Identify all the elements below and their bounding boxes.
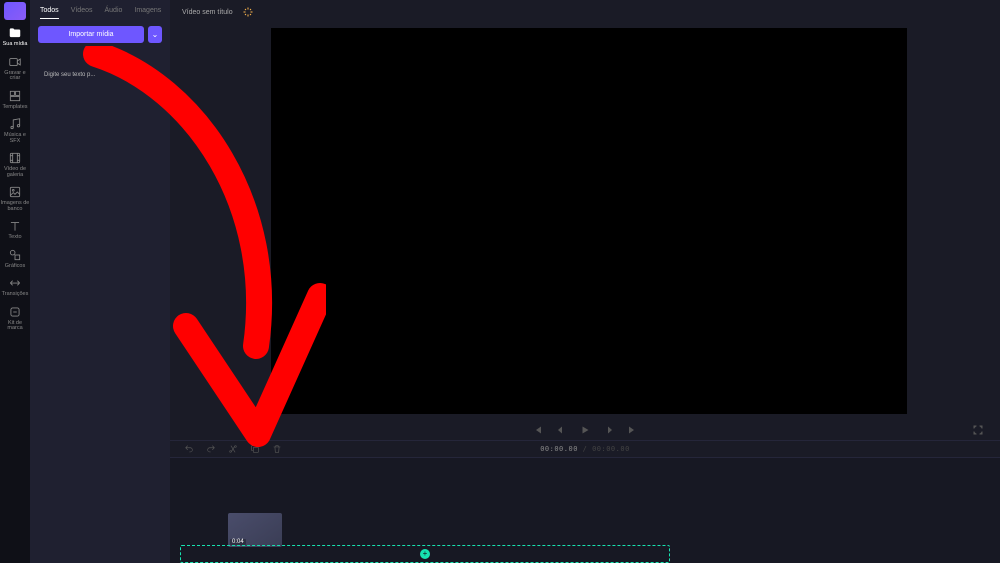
tab-videos[interactable]: Vídeos <box>71 7 93 19</box>
timeline-toolbar: 00:00.00 / 00:00.00 <box>170 440 1000 458</box>
rail-label: Gravar e criar <box>0 71 30 82</box>
templates-icon <box>8 89 22 103</box>
video-preview[interactable] <box>271 28 907 414</box>
timeline[interactable]: 0:04 + <box>170 458 1000 563</box>
rail-brand-kit[interactable]: Kit de marca <box>0 305 30 332</box>
import-media-button[interactable]: Importar mídia <box>38 26 144 43</box>
transitions-icon <box>8 276 22 290</box>
tab-audio[interactable]: Áudio <box>104 7 122 19</box>
timeline-drop-zone[interactable]: + <box>180 545 670 563</box>
shapes-icon <box>8 248 22 262</box>
current-time: 00:00.00 <box>540 445 578 453</box>
rail-label: Texto <box>8 235 21 241</box>
delete-button[interactable] <box>272 444 282 454</box>
left-rail: Sua mídia Gravar e criar Templates Músic… <box>0 0 30 563</box>
timecode: 00:00.00 / 00:00.00 <box>540 445 630 453</box>
tab-all[interactable]: Todos <box>40 7 59 19</box>
rail-transitions[interactable]: Transições <box>2 276 29 298</box>
fullscreen-button[interactable] <box>972 424 984 436</box>
film-icon <box>8 151 22 165</box>
rail-templates[interactable]: Templates <box>2 89 27 111</box>
rail-stock-video[interactable]: Vídeo de galeria <box>0 151 30 178</box>
rail-text[interactable]: Texto <box>8 219 22 241</box>
topbar: Vídeo sem título <box>170 0 1000 24</box>
main-area: Vídeo sem título 00:00.00 / 00:00.00 0:0… <box>170 0 1000 563</box>
rail-label: Kit de marca <box>0 321 30 332</box>
camera-icon <box>8 55 22 69</box>
split-button[interactable] <box>228 444 238 454</box>
rail-label: Templates <box>2 105 27 111</box>
rail-label: Vídeo de galeria <box>0 167 30 178</box>
preview-zone <box>170 24 1000 420</box>
total-time: 00:00.00 <box>592 445 630 453</box>
media-body: Digite seu texto p... <box>30 50 170 104</box>
app-logo[interactable] <box>4 2 26 20</box>
rail-stock-images[interactable]: Imagens de banco <box>0 185 30 212</box>
rail-music[interactable]: Música e SFX <box>0 117 30 144</box>
sparkle-icon[interactable] <box>241 5 255 19</box>
rail-graphics[interactable]: Gráficos <box>5 248 25 270</box>
step-back-button[interactable] <box>555 424 567 436</box>
import-row: Importar mídia ⌄ <box>30 19 170 50</box>
rail-label: Imagens de banco <box>0 201 30 212</box>
rail-label: Transições <box>2 292 29 298</box>
rail-label: Sua mídia <box>3 42 28 48</box>
media-panel: Todos Vídeos Áudio Imagens Importar mídi… <box>30 0 170 563</box>
chevron-down-icon: ⌄ <box>152 30 159 39</box>
dragging-clip[interactable]: 0:04 <box>228 513 282 547</box>
step-forward-button[interactable] <box>603 424 615 436</box>
project-title[interactable]: Vídeo sem título <box>182 9 233 16</box>
rail-record[interactable]: Gravar e criar <box>0 55 30 82</box>
skip-forward-button[interactable] <box>627 424 639 436</box>
play-button[interactable] <box>579 424 591 436</box>
skip-back-button[interactable] <box>531 424 543 436</box>
media-tabs: Todos Vídeos Áudio Imagens <box>30 0 170 19</box>
add-icon: + <box>420 549 430 559</box>
playback-controls <box>170 420 1000 440</box>
rail-label: Música e SFX <box>0 133 30 144</box>
text-icon <box>8 219 22 233</box>
media-item-text[interactable]: Digite seu texto p... <box>40 60 96 94</box>
rail-label: Gráficos <box>5 264 25 270</box>
time-separator: / <box>578 445 592 453</box>
folder-icon <box>8 26 22 40</box>
rail-your-media[interactable]: Sua mídia <box>3 26 28 48</box>
brand-icon <box>8 305 22 319</box>
image-icon <box>8 185 22 199</box>
media-item-caption: Digite seu texto p... <box>40 60 96 78</box>
redo-button[interactable] <box>206 444 216 454</box>
tab-images[interactable]: Imagens <box>134 7 161 19</box>
copy-button[interactable] <box>250 444 260 454</box>
import-dropdown-button[interactable]: ⌄ <box>148 26 162 43</box>
undo-button[interactable] <box>184 444 194 454</box>
music-icon <box>8 117 22 131</box>
